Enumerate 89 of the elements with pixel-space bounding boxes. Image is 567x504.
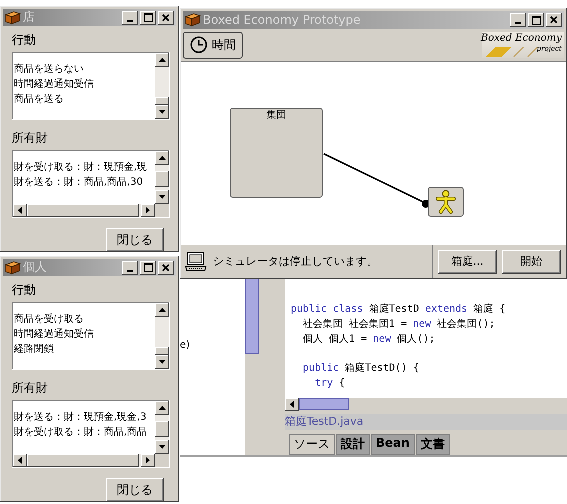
arrow-down-icon <box>158 110 166 114</box>
clock-icon <box>190 36 208 54</box>
arrow-down-icon <box>158 445 166 449</box>
list-item[interactable]: 時間経過通知受信 <box>13 327 155 342</box>
section-label: 行動 <box>12 282 37 298</box>
list-item[interactable]: 財を受け取る：財：商品,商品 <box>13 425 155 440</box>
editor-tab[interactable]: 設計 <box>336 434 370 455</box>
section-label: 行動 <box>12 32 37 48</box>
close-button[interactable]: 閉じる <box>106 228 164 252</box>
list-item[interactable]: 財を送る：財：商品,商品,30 <box>13 175 155 190</box>
minimize-icon <box>515 22 521 24</box>
node-label: 集団 <box>266 109 286 122</box>
box-icon <box>5 260 21 274</box>
close-icon <box>550 16 558 24</box>
sandbox-button[interactable]: 箱庭... <box>438 250 497 274</box>
arrow-left-icon <box>18 457 22 464</box>
code-line: public class 箱庭TestD extends 箱庭 { <box>291 302 507 317</box>
list-item[interactable]: 商品を送らない <box>13 62 155 77</box>
minimize-button[interactable] <box>122 260 138 274</box>
file-name: 箱庭TestD.java <box>285 414 567 430</box>
editor-tab[interactable]: ソース <box>289 434 335 455</box>
minimize-icon <box>127 20 133 22</box>
code-line: 個人 個人1 = new 個人(); <box>302 333 436 347</box>
vertical-scrollbar[interactable] <box>155 303 169 369</box>
arrow-left-icon <box>290 401 294 408</box>
maximize-icon <box>532 16 540 24</box>
arrow-right-icon <box>146 207 150 214</box>
maximize-icon <box>144 13 152 22</box>
arrow-down-icon <box>158 360 166 364</box>
close-button[interactable] <box>158 260 174 274</box>
window-title: Boxed Economy Prototype <box>203 13 361 27</box>
minimize-button[interactable] <box>510 13 526 27</box>
box-icon <box>5 10 21 24</box>
close-icon <box>162 264 170 272</box>
scrollbar-thumb[interactable] <box>155 347 169 355</box>
section-label: 所有財 <box>12 130 49 146</box>
vertical-scrollbar[interactable] <box>155 151 169 204</box>
editor-tab[interactable]: 文書 <box>416 434 450 455</box>
window-title: 店 <box>23 9 35 26</box>
arrow-down-icon <box>158 195 166 199</box>
section-label: 所有財 <box>12 380 49 396</box>
list-item[interactable]: 財を受け取る：財：現預金,現 <box>13 160 155 175</box>
maximize-icon <box>144 263 152 272</box>
person-node[interactable] <box>428 187 464 217</box>
logo-text: Boxed Economy <box>480 32 562 45</box>
close-button[interactable] <box>158 10 174 24</box>
start-button[interactable]: 開始 <box>502 250 561 274</box>
maximize-button[interactable] <box>140 10 156 24</box>
arrow-up-icon <box>158 406 166 410</box>
vertical-scrollbar[interactable] <box>155 53 169 119</box>
editor-tab[interactable]: Bean <box>371 434 415 455</box>
arrow-left-icon <box>18 207 22 214</box>
time-button[interactable]: 時間 <box>183 32 243 58</box>
status-text: シミュレータは停止しています。 <box>213 254 378 269</box>
list-item[interactable]: 時間経過通知受信 <box>13 77 155 92</box>
scrollbar-corner <box>155 454 169 467</box>
arrow-right-icon <box>146 457 150 464</box>
list-item[interactable]: 商品を送る <box>13 92 155 107</box>
code-line: try { <box>314 377 346 391</box>
arrow-up-icon <box>158 308 166 312</box>
list-item[interactable]: 財を送る：財：現預金,現金,3 <box>13 410 155 425</box>
horizontal-scrollbar[interactable] <box>13 204 155 217</box>
side-text: e) <box>180 340 190 351</box>
scrollbar-corner <box>155 204 169 217</box>
minimize-button[interactable] <box>122 10 138 24</box>
close-button[interactable] <box>546 13 562 27</box>
scrollbar-thumb[interactable] <box>155 97 169 105</box>
scrollbar-thumb[interactable] <box>27 204 139 217</box>
box-icon <box>185 13 201 27</box>
scrollbar-thumb[interactable] <box>27 454 139 467</box>
horizontal-scrollbar[interactable] <box>13 454 155 467</box>
scrollbar-thumb[interactable] <box>155 171 169 187</box>
computer-icon <box>185 252 207 272</box>
maximize-button[interactable] <box>528 13 544 27</box>
arrow-up-icon <box>158 156 166 160</box>
window-title: 個人 <box>23 259 47 276</box>
arrow-up-icon <box>158 58 166 62</box>
code-line: public 箱庭TestD() { <box>302 362 420 376</box>
maximize-button[interactable] <box>140 260 156 274</box>
scrollbar-thumb[interactable] <box>155 421 169 437</box>
close-button[interactable]: 閉じる <box>106 478 164 502</box>
vertical-scrollbar[interactable] <box>155 401 169 454</box>
list-item[interactable]: 商品を受け取る <box>13 312 155 327</box>
person-icon <box>436 190 456 214</box>
list-item[interactable]: 経路閉鎖 <box>13 342 155 357</box>
close-icon <box>162 14 170 22</box>
minimize-icon <box>127 270 133 272</box>
group-node[interactable]: 集団 <box>230 108 323 198</box>
code-line: 社会集団 社会集団1 = new 社会集団(); <box>302 318 496 332</box>
